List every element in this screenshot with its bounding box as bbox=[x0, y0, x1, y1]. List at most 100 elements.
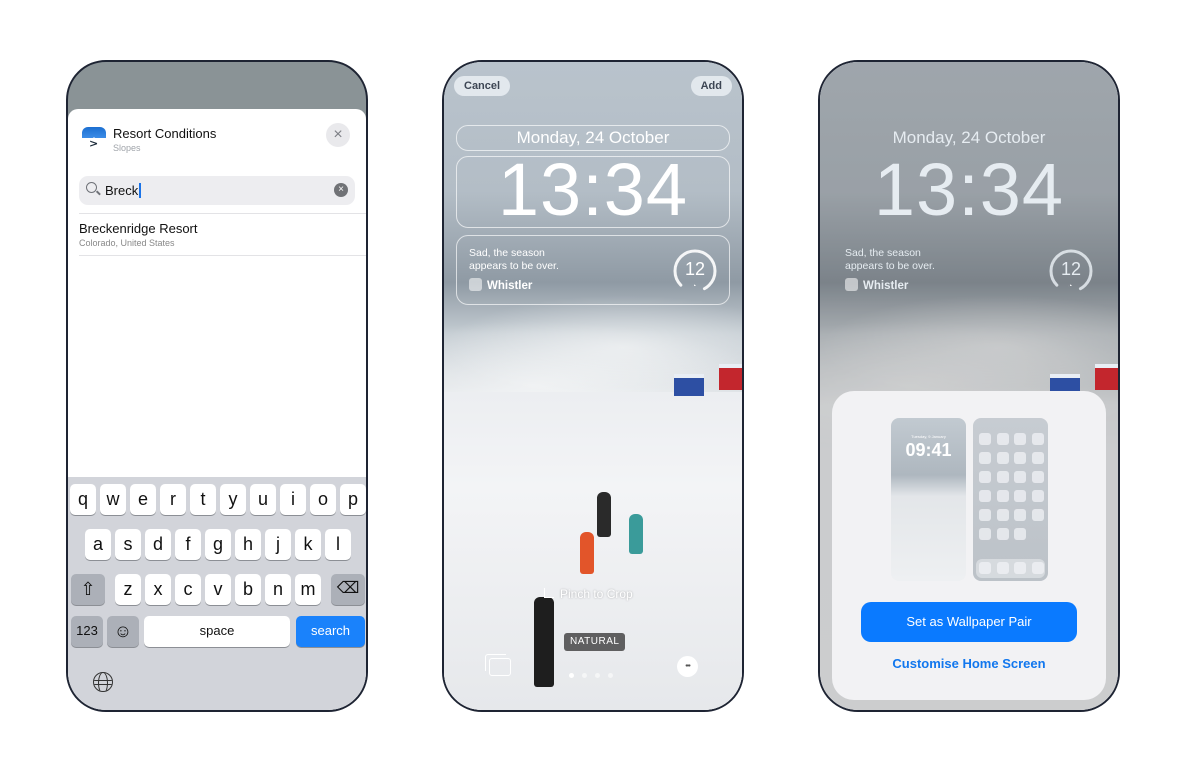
key-c[interactable]: c bbox=[175, 574, 201, 605]
app-icon-placeholder bbox=[979, 528, 991, 540]
shift-key[interactable]: ⇧ bbox=[71, 574, 105, 605]
lock-date: Monday, 24 October bbox=[892, 128, 1046, 147]
snow-gauge: 12 ◔ bbox=[1048, 248, 1094, 294]
key-o[interactable]: o bbox=[310, 484, 336, 515]
phone-search-screen: > Resort Conditions Slopes × Breck × Bre… bbox=[66, 60, 368, 712]
snow-gauge: 12 ◔ bbox=[672, 248, 718, 294]
result-subtitle: Colorado, United States bbox=[79, 238, 175, 248]
filter-badge: NATURAL bbox=[564, 633, 626, 651]
lock-date: Monday, 24 October bbox=[516, 128, 670, 147]
dock-icon-placeholder bbox=[979, 562, 991, 574]
key-e[interactable]: e bbox=[130, 484, 156, 515]
page-dot[interactable] bbox=[569, 673, 574, 678]
app-icon-placeholder bbox=[1014, 471, 1026, 483]
key-h[interactable]: h bbox=[235, 529, 261, 560]
key-s[interactable]: s bbox=[115, 529, 141, 560]
app-icon-placeholder bbox=[996, 471, 1009, 483]
key-p[interactable]: p bbox=[340, 484, 366, 515]
app-icon-placeholder bbox=[979, 433, 991, 445]
space-key[interactable]: space bbox=[144, 616, 290, 647]
lock-screen-preview[interactable]: Tuesday, 9 January 09:41 bbox=[891, 418, 966, 581]
app-icon-placeholder bbox=[996, 490, 1009, 502]
set-wallpaper-pair-button[interactable]: Set as Wallpaper Pair bbox=[861, 602, 1077, 642]
widget-location: Whistler bbox=[845, 278, 908, 292]
add-button[interactable]: Add bbox=[690, 76, 732, 96]
app-icon-placeholder bbox=[979, 452, 991, 464]
key-m[interactable]: m bbox=[295, 574, 321, 605]
page-dot[interactable] bbox=[595, 673, 600, 678]
key-y[interactable]: y bbox=[220, 484, 246, 515]
app-icon-placeholder bbox=[979, 490, 991, 502]
more-button[interactable]: ••• bbox=[677, 656, 698, 677]
dock-icon-placeholder bbox=[1031, 562, 1044, 574]
app-icon-placeholder bbox=[1031, 452, 1044, 464]
photo-library-icon[interactable] bbox=[485, 654, 511, 676]
key-z[interactable]: z bbox=[115, 574, 141, 605]
customise-home-screen-link[interactable]: Customise Home Screen bbox=[832, 656, 1106, 671]
key-t[interactable]: t bbox=[190, 484, 216, 515]
app-icon-placeholder bbox=[1014, 452, 1026, 464]
preview-dock bbox=[976, 559, 1045, 578]
key-v[interactable]: v bbox=[205, 574, 231, 605]
key-r[interactable]: r bbox=[160, 484, 186, 515]
page-dot[interactable] bbox=[608, 673, 613, 678]
clear-search-button[interactable]: × bbox=[334, 183, 348, 197]
key-l[interactable]: l bbox=[325, 529, 351, 560]
key-d[interactable]: d bbox=[145, 529, 171, 560]
app-icon-placeholder bbox=[1014, 433, 1026, 445]
home-screen-preview[interactable] bbox=[973, 418, 1048, 581]
key-b[interactable]: b bbox=[235, 574, 261, 605]
app-icon-placeholder bbox=[979, 509, 991, 521]
result-title: Breckenridge Resort bbox=[79, 221, 198, 236]
delete-icon: ⌫ bbox=[336, 580, 360, 597]
skier bbox=[597, 492, 611, 537]
key-f[interactable]: f bbox=[175, 529, 201, 560]
red-hut bbox=[1095, 364, 1118, 390]
search-input[interactable]: Breck × bbox=[79, 176, 355, 205]
key-n[interactable]: n bbox=[265, 574, 291, 605]
gauge-value: 12 bbox=[684, 259, 706, 279]
widget-location: Whistler bbox=[469, 278, 532, 292]
emoji-key[interactable]: ☺ bbox=[107, 616, 139, 647]
search-icon bbox=[86, 182, 97, 193]
globe-icon[interactable] bbox=[93, 672, 113, 692]
close-button[interactable]: × bbox=[326, 123, 350, 147]
key-i[interactable]: i bbox=[280, 484, 306, 515]
red-hut bbox=[719, 364, 742, 390]
key-u[interactable]: u bbox=[250, 484, 276, 515]
key-w[interactable]: w bbox=[100, 484, 126, 515]
skier bbox=[534, 597, 554, 687]
search-key[interactable]: search bbox=[296, 616, 365, 647]
page-dots[interactable] bbox=[569, 665, 621, 683]
cancel-button[interactable]: Cancel bbox=[454, 76, 511, 96]
app-icon-placeholder bbox=[996, 452, 1009, 464]
key-a[interactable]: a bbox=[85, 529, 111, 560]
skier bbox=[629, 514, 643, 554]
delete-key[interactable]: ⌫ bbox=[331, 574, 365, 605]
key-g[interactable]: g bbox=[205, 529, 231, 560]
page-dot[interactable] bbox=[582, 673, 587, 678]
shift-icon: ⇧ bbox=[80, 579, 96, 599]
numbers-key[interactable]: 123 bbox=[71, 616, 103, 647]
divider bbox=[79, 255, 366, 256]
app-title: Resort Conditions bbox=[113, 126, 217, 141]
key-k[interactable]: k bbox=[295, 529, 321, 560]
widget-text: Sad, the season appears to be over. bbox=[469, 247, 559, 272]
app-subtitle: Slopes bbox=[113, 143, 141, 153]
wallpaper-pair-sheet: Tuesday, 9 January 09:41 Set as Wallpape… bbox=[832, 391, 1106, 700]
app-icon-placeholder bbox=[1014, 528, 1026, 540]
blue-hut bbox=[674, 374, 704, 396]
key-q[interactable]: q bbox=[70, 484, 96, 515]
key-j[interactable]: j bbox=[265, 529, 291, 560]
lock-time: 13:34 bbox=[873, 148, 1065, 231]
slopes-icon bbox=[845, 278, 858, 291]
widget-text: Sad, the season appears to be over. bbox=[845, 247, 935, 272]
app-icon-placeholder bbox=[996, 433, 1009, 445]
app-icon-placeholder bbox=[996, 509, 1009, 521]
divider bbox=[79, 213, 366, 214]
search-value: Breck bbox=[105, 183, 139, 198]
dock-icon-placeholder bbox=[996, 562, 1009, 574]
key-x[interactable]: x bbox=[145, 574, 171, 605]
app-icon-placeholder bbox=[1014, 509, 1026, 521]
text-cursor bbox=[139, 183, 141, 198]
